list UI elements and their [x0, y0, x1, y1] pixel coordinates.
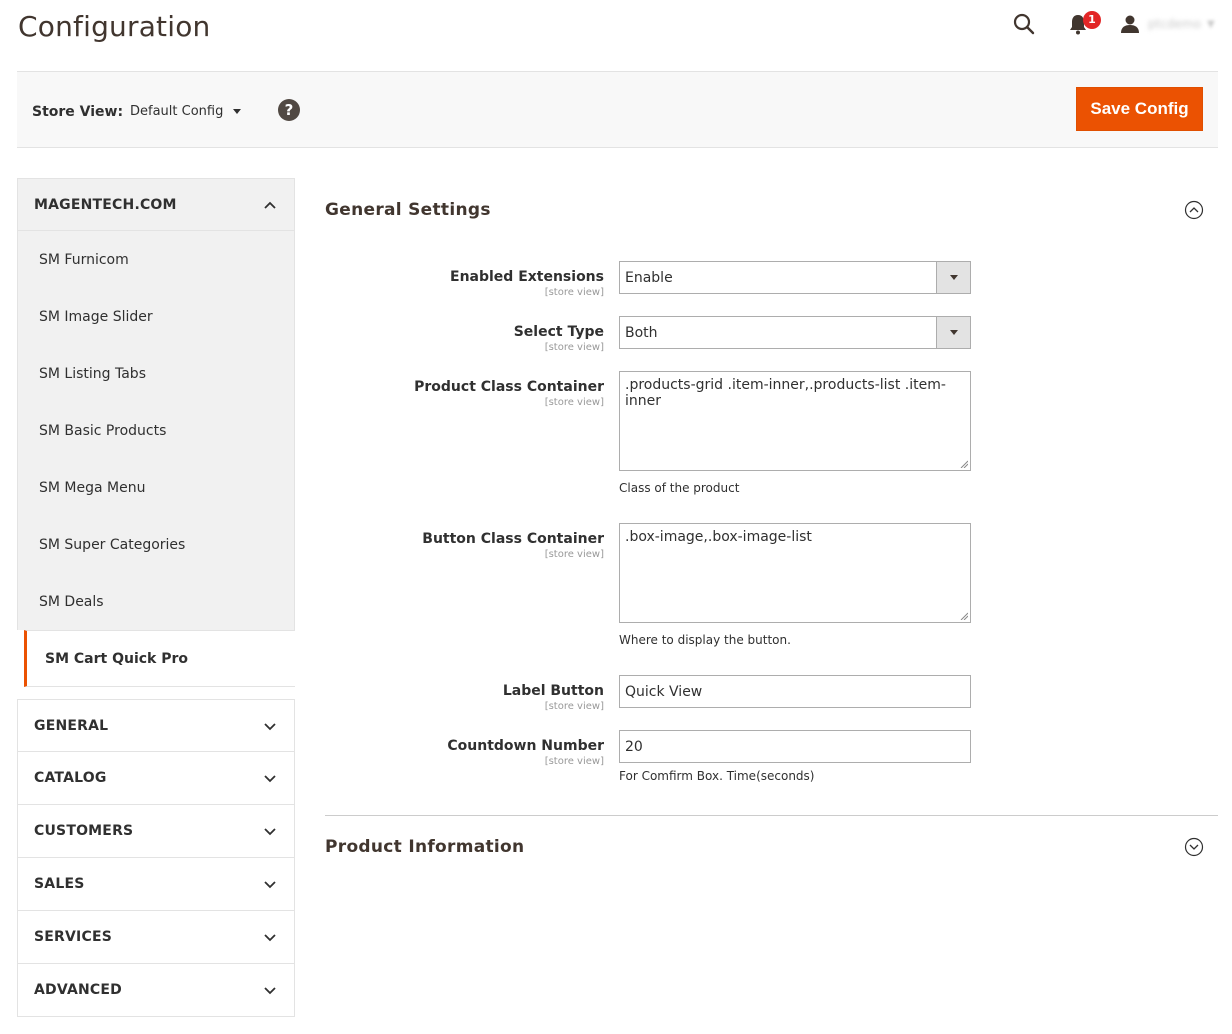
product-class-label: Product Class Container	[414, 379, 604, 395]
text-input[interactable]: 20	[619, 730, 971, 763]
chevron-down-icon	[264, 828, 276, 836]
sidebar-group-items: SM Furnicom SM Image Slider SM Listing T…	[17, 231, 295, 630]
countdown-note: For Comfirm Box. Time(seconds)	[619, 769, 815, 783]
search-icon[interactable]	[1012, 12, 1036, 36]
sidebar-section-title: SALES	[34, 876, 85, 892]
user-icon	[1121, 15, 1139, 33]
enabled-extensions-select[interactable]: Enable	[619, 261, 971, 294]
expand-circle-icon	[1184, 837, 1204, 857]
scope-label: [store view]	[544, 549, 604, 560]
sidebar-item-sm-mega-menu[interactable]: SM Mega Menu	[18, 459, 294, 516]
help-icon[interactable]: ?	[278, 99, 300, 121]
store-view-select[interactable]: Default Config	[130, 104, 242, 119]
store-view-bar: Store View: Default Config ? Save Config	[17, 72, 1218, 148]
section-divider	[325, 815, 1218, 816]
text-input[interactable]: Quick View	[619, 675, 971, 708]
select-box[interactable]: Enable	[619, 261, 971, 294]
select-type-select[interactable]: Both	[619, 316, 971, 349]
section-title: General Settings	[325, 200, 491, 220]
sidebar-item-sm-super-categories[interactable]: SM Super Categories	[18, 516, 294, 573]
button-class-label: Button Class Container	[422, 531, 604, 547]
product-class-note: Class of the product	[619, 481, 740, 495]
config-sidebar: MAGENTECH.COM SM Furnicom SM Image Slide…	[17, 178, 295, 1017]
store-view-label: Store View:	[32, 104, 124, 120]
scope-label: [store view]	[544, 756, 604, 767]
scope-label: [store view]	[544, 342, 604, 353]
product-class-textarea[interactable]: .products-grid .item-inner,.products-lis…	[619, 371, 971, 471]
label-button-label: Label Button	[502, 683, 604, 699]
chevron-down-icon	[264, 881, 276, 889]
sidebar-section-general[interactable]: GENERAL	[17, 699, 295, 752]
section-general-settings[interactable]: General Settings	[325, 190, 1218, 230]
header-actions: 1 ptcdemo ▼	[972, 0, 1232, 50]
sidebar-item-sm-basic-products[interactable]: SM Basic Products	[18, 402, 294, 459]
sidebar-section-catalog[interactable]: CATALOG	[17, 752, 295, 805]
enabled-extensions-label: Enabled Extensions	[450, 269, 604, 285]
user-menu[interactable]: ptcdemo ▼	[1120, 12, 1230, 36]
textarea[interactable]: .box-image,.box-image-list	[619, 523, 971, 623]
sidebar-group-title: MAGENTECH.COM	[34, 196, 177, 213]
chevron-down-icon	[264, 934, 276, 942]
button-class-note: Where to display the button.	[619, 633, 791, 647]
label-button-input[interactable]: Quick View	[619, 675, 971, 708]
caret-down-icon	[233, 109, 242, 114]
sidebar-section-advanced[interactable]: ADVANCED	[17, 964, 295, 1017]
chevron-down-icon	[264, 987, 276, 995]
textarea-value: .products-grid .item-inner,.products-lis…	[625, 377, 946, 409]
sidebar-item-sm-cart-quick-pro[interactable]: SM Cart Quick Pro	[24, 630, 295, 687]
sidebar-section-title: CUSTOMERS	[34, 823, 134, 839]
user-name: ptcdemo	[1148, 17, 1201, 31]
scope-label: [store view]	[544, 701, 604, 712]
section-title: Product Information	[325, 837, 525, 857]
textarea-value: .box-image,.box-image-list	[625, 529, 812, 545]
chevron-down-icon	[264, 775, 276, 783]
page-title: Configuration	[18, 10, 211, 43]
chevron-down-icon	[264, 722, 276, 730]
sidebar-section-customers[interactable]: CUSTOMERS	[17, 805, 295, 858]
sidebar-item-sm-listing-tabs[interactable]: SM Listing Tabs	[18, 345, 294, 402]
sidebar-section-title: CATALOG	[34, 770, 107, 786]
section-product-information[interactable]: Product Information	[325, 827, 1218, 867]
sidebar-section-title: GENERAL	[34, 717, 109, 734]
sidebar-item-sm-deals[interactable]: SM Deals	[18, 573, 294, 630]
sidebar-section-sales[interactable]: SALES	[17, 858, 295, 911]
sidebar-item-sm-image-slider[interactable]: SM Image Slider	[18, 288, 294, 345]
resize-grip-icon[interactable]	[960, 612, 968, 620]
sidebar-section-title: SERVICES	[34, 929, 112, 945]
select-value: Both	[625, 324, 658, 341]
sidebar-group-magentech[interactable]: MAGENTECH.COM	[17, 178, 295, 231]
chevron-up-icon	[264, 201, 276, 209]
dropdown-arrow-icon[interactable]	[936, 262, 970, 293]
notification-badge[interactable]: 1	[1083, 11, 1101, 29]
button-class-textarea[interactable]: .box-image,.box-image-list	[619, 523, 971, 623]
select-type-label: Select Type	[513, 324, 604, 340]
sidebar-section-services[interactable]: SERVICES	[17, 911, 295, 964]
sidebar-section-title: ADVANCED	[34, 982, 122, 998]
select-box[interactable]: Both	[619, 316, 971, 349]
collapse-circle-icon	[1184, 200, 1204, 220]
countdown-number-input[interactable]: 20	[619, 730, 971, 763]
countdown-number-label: Countdown Number	[447, 738, 604, 754]
chevron-down-icon: ▼	[1206, 18, 1215, 30]
scope-label: [store view]	[544, 287, 604, 298]
scope-label: [store view]	[544, 397, 604, 408]
save-config-button[interactable]: Save Config	[1076, 87, 1203, 131]
dropdown-arrow-icon[interactable]	[936, 317, 970, 348]
textarea[interactable]: .products-grid .item-inner,.products-lis…	[619, 371, 971, 471]
resize-grip-icon[interactable]	[960, 460, 968, 468]
select-value: Enable	[625, 269, 673, 286]
store-view-selected: Default Config	[130, 104, 224, 119]
sidebar-item-sm-furnicom[interactable]: SM Furnicom	[18, 231, 294, 288]
